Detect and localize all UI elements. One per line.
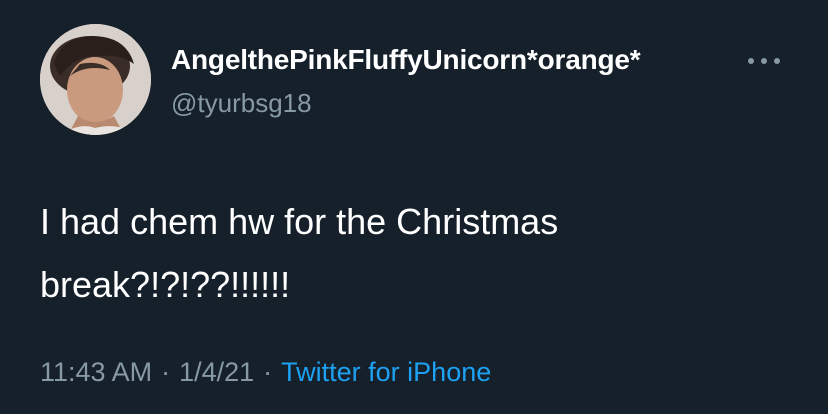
separator: · [263,357,273,387]
more-horizontal-icon [748,58,780,64]
user-handle[interactable]: @tyurbsg18 [171,88,312,119]
tweet-time[interactable]: 11:43 AM [40,357,152,387]
tweet-date[interactable]: 1/4/21 [179,357,254,387]
display-name[interactable]: AngelthePinkFluffyUnicorn*orange* [171,44,641,76]
tweet-text: I had chem hw for the Christmas break?!?… [40,201,559,305]
profile-photo [40,24,151,135]
avatar[interactable] [40,24,151,135]
tweet-source-link[interactable]: Twitter for iPhone [281,357,491,387]
separator: · [161,357,171,387]
tweet-card: AngelthePinkFluffyUnicorn*orange* @tyurb… [0,0,828,414]
more-options-button[interactable] [748,50,788,72]
tweet-metadata: 11:43 AM · 1/4/21 · Twitter for iPhone [40,357,491,388]
